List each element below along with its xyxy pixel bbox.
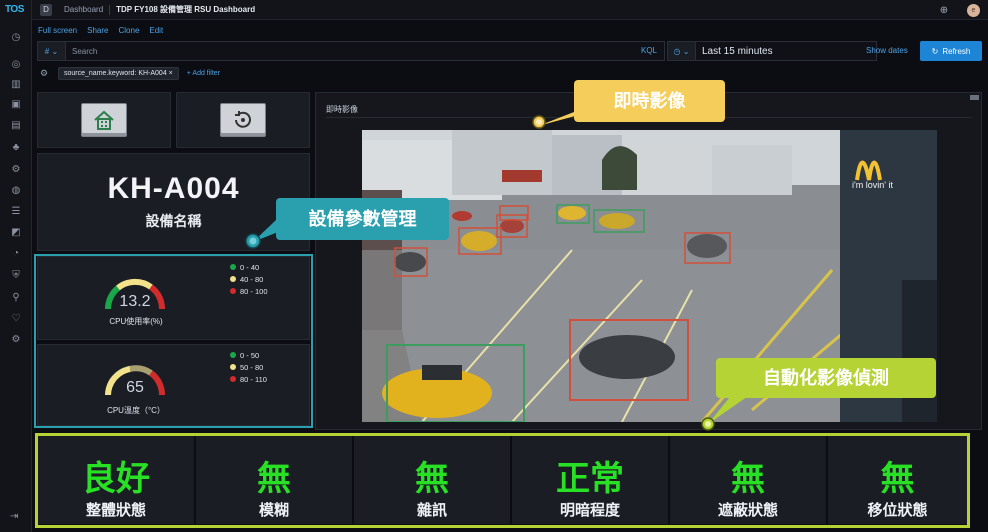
reset-button-panel [176, 92, 310, 148]
date-picker[interactable]: ◷ ⌄ Last 15 minutes [667, 41, 877, 61]
refresh-icon: ↻ [931, 46, 939, 56]
monitoring-icon[interactable]: ♡ [9, 311, 23, 325]
edit-link[interactable]: Edit [149, 26, 163, 35]
share-link[interactable]: Share [87, 26, 108, 35]
filter-pill-label: source_name.keyword: KH-A004 [64, 70, 167, 77]
refresh-button[interactable]: ↻ Refresh [920, 41, 982, 61]
management-icon[interactable]: ⚙ [9, 332, 23, 346]
canvas-icon[interactable]: ▤ [9, 118, 23, 132]
callout-realtime-video: 即時影像 [574, 80, 725, 122]
mcdonalds-sign-text: i'm lovin' it [852, 180, 893, 190]
breadcrumb-root[interactable]: Dashboard [64, 5, 103, 14]
index-type-label: # [44, 46, 50, 56]
rotate-icon [235, 111, 251, 128]
video-panel-title: 即時影像 [326, 105, 358, 114]
clock-icon[interactable]: ◷ [9, 30, 23, 44]
left-nav-rail: TOS ◷ ◎ ▥ ▣ ▤ ♣ ⚙ ◍ ☰ ◩ ◔ ⛨ ⚲ ♡ ⚙ ⇥ [0, 0, 32, 532]
space-badge[interactable]: D [40, 3, 52, 16]
calendar-icon[interactable]: ◷ ⌄ [668, 42, 696, 60]
reset-button[interactable] [220, 103, 266, 137]
compass-icon[interactable]: ◎ [9, 57, 23, 71]
app-logo[interactable]: TOS [5, 4, 24, 15]
breadcrumb-divider [109, 4, 111, 15]
filter-settings-icon[interactable]: ⚙ [38, 68, 50, 80]
logs-icon[interactable]: ☰ [9, 204, 23, 218]
callout-device-params: 設備參數管理 [276, 198, 449, 240]
clone-link[interactable]: Clone [118, 26, 139, 35]
user-avatar[interactable]: e [967, 3, 980, 17]
search-input[interactable]: Search [65, 41, 665, 61]
query-language-toggle[interactable]: KQL [641, 46, 657, 55]
breadcrumb-current: TDP FY108 設備管理 RSU Dashboard [116, 5, 256, 14]
callout-realtime-pointer [532, 112, 590, 129]
index-pattern-selector[interactable]: # ⌄ [37, 41, 65, 61]
devtools-icon[interactable]: ⚲ [9, 290, 23, 304]
dashboard-menu: Full screen Share Clone Edit [38, 26, 163, 35]
show-dates-link[interactable]: Show dates [866, 46, 908, 55]
maps-icon[interactable]: ♣ [9, 140, 23, 154]
home-button[interactable] [81, 103, 127, 137]
callout-detection-pointer [701, 392, 754, 431]
time-range-text: Last 15 minutes [702, 45, 773, 57]
search-placeholder: Search [72, 46, 98, 56]
callout-params-pointer [245, 220, 288, 249]
uptime-icon[interactable]: ◔ [9, 246, 23, 260]
home-icon [94, 110, 114, 130]
filter-pill[interactable]: source_name.keyword: KH-A004 × [58, 67, 179, 80]
status-highlight-frame [35, 433, 970, 528]
header-actions: ⊕ e [937, 3, 980, 17]
full-screen-link[interactable]: Full screen [38, 26, 77, 35]
visualize-icon[interactable]: ▥ [9, 77, 23, 91]
device-name: KH-A004 [107, 172, 240, 205]
panel-options-icon[interactable] [970, 95, 979, 100]
query-bar: # ⌄ Search KQL ◷ ⌄ Last 15 minutes Show … [37, 41, 982, 61]
home-button-panel [37, 92, 171, 148]
dashboard-icon[interactable]: ▣ [9, 97, 23, 111]
ml-icon[interactable]: ⚙ [9, 162, 23, 176]
collapse-nav-icon[interactable]: ⇥ [10, 511, 18, 522]
dashboard-root: TOS ◷ ◎ ▥ ▣ ▤ ♣ ⚙ ◍ ☰ ◩ ◔ ⛨ ⚲ ♡ ⚙ ⇥ D Da… [0, 0, 988, 532]
help-icon[interactable]: ⊕ [937, 3, 951, 17]
header-bar: D Dashboard TDP FY108 設備管理 RSU Dashboard… [32, 0, 988, 20]
refresh-label: Refresh [942, 46, 971, 56]
add-filter-link[interactable]: + Add filter [187, 70, 220, 77]
filter-row: ⚙ source_name.keyword: KH-A004 × + Add f… [38, 67, 220, 80]
siem-icon[interactable]: ⛨ [9, 268, 23, 282]
gauges-highlight-frame [34, 254, 313, 428]
apm-icon[interactable]: ◩ [9, 225, 23, 239]
infra-icon[interactable]: ◍ [9, 183, 23, 197]
